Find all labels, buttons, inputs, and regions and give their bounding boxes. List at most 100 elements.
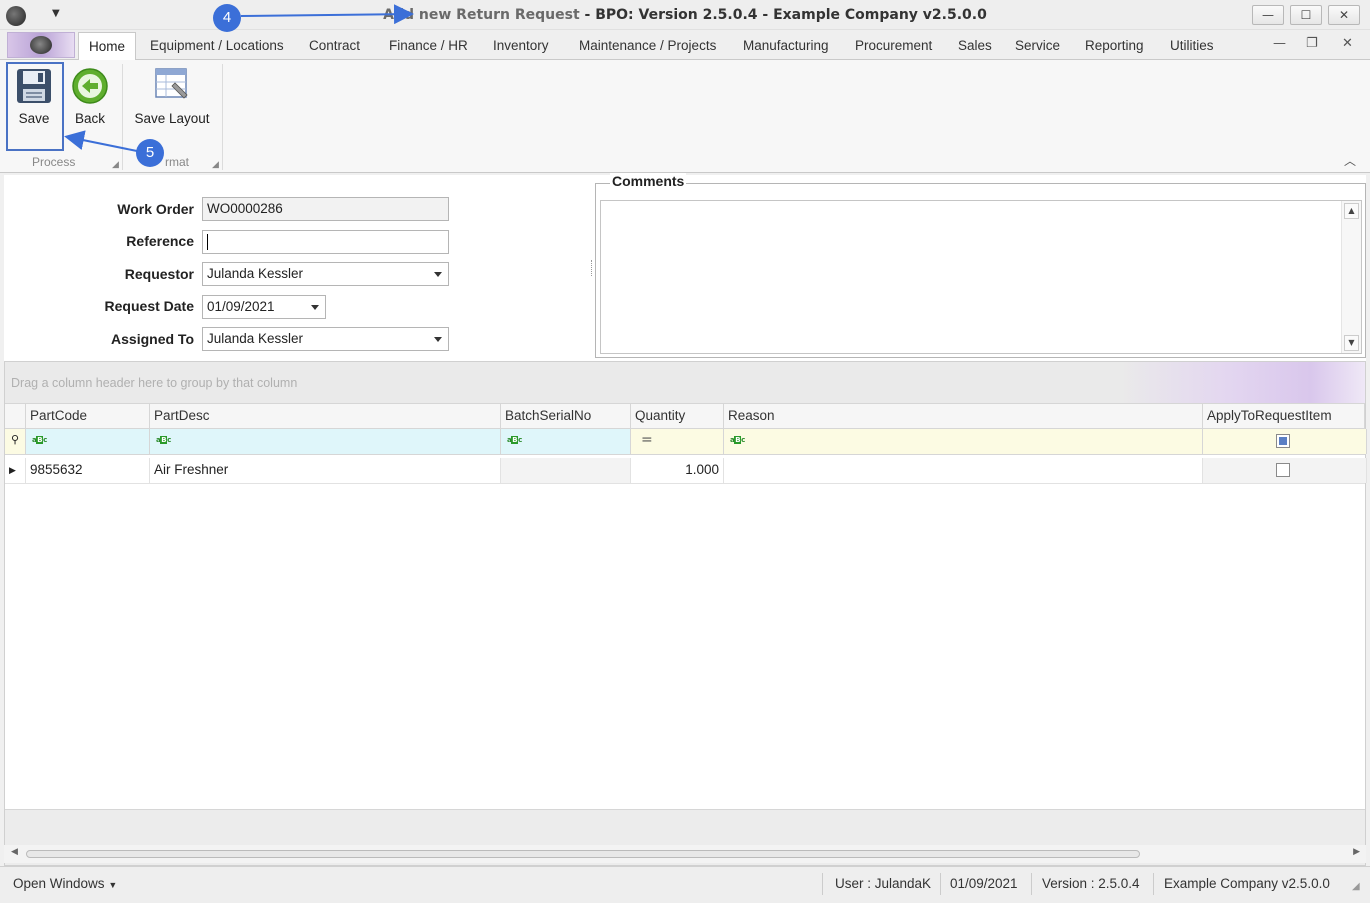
window-title: Add new Return Request - BPO: Version 2.…	[383, 7, 987, 23]
open-windows-button[interactable]: Open Windows ▼	[13, 876, 117, 891]
tab-utilities[interactable]: Utilities	[1170, 38, 1214, 53]
comments-textarea[interactable]: ▲ ▼	[600, 200, 1362, 354]
tab-home[interactable]: Home	[78, 32, 137, 61]
column-header-partdesc[interactable]: PartDesc	[150, 404, 501, 428]
mdi-close-icon[interactable]: ✕	[1342, 36, 1353, 51]
text-filter-icon: aBc	[730, 436, 745, 444]
chevron-down-icon[interactable]	[434, 272, 442, 277]
ribbon-group-format-label: rmat	[165, 155, 189, 169]
app-menu-logo-icon	[30, 36, 52, 54]
minimize-button[interactable]: —	[1252, 5, 1284, 25]
group-panel-hint: Drag a column header here to group by th…	[11, 376, 298, 390]
grid-horizontal-scrollbar[interactable]: ◀ ▶	[4, 845, 1366, 863]
cell-quantity[interactable]: 1.000	[631, 458, 724, 483]
comments-group: ▲ ▼	[595, 183, 1366, 358]
group-panel[interactable]: Drag a column header here to group by th…	[5, 362, 1365, 403]
chevron-down-icon[interactable]	[434, 337, 442, 342]
tab-sales[interactable]: Sales	[958, 38, 992, 53]
filter-cell-applytorequestitem[interactable]	[1203, 429, 1367, 454]
status-separator	[1153, 873, 1154, 895]
status-date: 01/09/2021	[950, 876, 1018, 891]
tab-equipment-locations[interactable]: Equipment / Locations	[150, 38, 284, 53]
row-indicator-icon: ▶	[5, 458, 26, 483]
requestor-dropdown[interactable]: Julanda Kessler	[202, 262, 449, 286]
status-version: Version : 2.5.0.4	[1042, 876, 1140, 891]
column-header-applytorequestitem[interactable]: ApplyToRequestItem	[1203, 404, 1365, 428]
scroll-right-icon[interactable]: ▶	[1353, 847, 1360, 857]
apply-checkbox[interactable]	[1276, 463, 1290, 477]
column-header-reason[interactable]: Reason	[724, 404, 1203, 428]
application-menu-button[interactable]	[7, 32, 75, 58]
tab-service[interactable]: Service	[1015, 38, 1060, 53]
mdi-restore-icon[interactable]: ❐	[1306, 36, 1318, 51]
status-company: Example Company v2.5.0.0	[1164, 876, 1330, 891]
save-layout-button[interactable]: Save Layout	[130, 60, 214, 136]
back-button[interactable]: Back	[66, 60, 114, 136]
step-5-badge: 5	[136, 139, 164, 167]
save-button-highlight	[6, 62, 64, 151]
tab-reporting[interactable]: Reporting	[1085, 38, 1144, 53]
auto-filter-row: ⚲ aBc aBc aBc = aBc	[5, 429, 1367, 455]
cell-partcode[interactable]: 9855632	[26, 458, 150, 483]
text-filter-icon: aBc	[156, 436, 171, 444]
collapse-ribbon-icon[interactable]: ︿	[1344, 152, 1356, 169]
chevron-down-icon[interactable]	[311, 305, 319, 310]
reference-field[interactable]	[202, 230, 449, 254]
scroll-left-icon[interactable]: ◀	[11, 847, 18, 857]
cell-partdesc[interactable]: Air Freshner	[150, 458, 501, 483]
close-button[interactable]: ✕	[1328, 5, 1360, 25]
resize-grip-icon[interactable]: ◢	[1352, 881, 1360, 892]
scroll-up-icon[interactable]: ▲	[1344, 203, 1359, 219]
tab-inventory[interactable]: Inventory	[493, 38, 549, 53]
work-order-field[interactable]: WO0000286	[202, 197, 449, 221]
ribbon-group-process-label: Process	[32, 155, 76, 169]
column-header-batchserialno[interactable]: BatchSerialNo	[501, 404, 631, 428]
filter-cell-reason[interactable]: aBc	[724, 429, 1203, 454]
title-bar: ▼ Add new Return Request - BPO: Version …	[0, 0, 1370, 30]
chevron-down-icon: ▼	[108, 880, 118, 890]
format-group-launcher-icon[interactable]: ◢	[212, 159, 219, 170]
reference-label: Reference	[126, 233, 194, 249]
comments-scrollbar[interactable]: ▲ ▼	[1341, 201, 1361, 353]
scrollbar-thumb[interactable]	[26, 850, 1140, 858]
text-filter-icon: aBc	[507, 436, 522, 444]
filter-checkbox[interactable]	[1276, 434, 1290, 448]
table-row[interactable]: ▶ 9855632 Air Freshner 1.000	[5, 458, 1367, 484]
cell-applytorequestitem[interactable]	[1203, 458, 1367, 483]
column-header-partcode[interactable]: PartCode	[26, 404, 150, 428]
work-order-label: Work Order	[117, 201, 194, 217]
cell-batchserialno[interactable]	[501, 458, 631, 483]
equals-filter-icon: =	[641, 432, 653, 448]
filter-cell-partcode[interactable]: aBc	[26, 429, 150, 454]
splitter-grip[interactable]	[591, 260, 594, 276]
tab-contract[interactable]: Contract	[309, 38, 360, 53]
return-items-grid: Drag a column header here to group by th…	[4, 361, 1367, 866]
status-user: User : JulandaK	[835, 876, 932, 891]
request-form: Work Order WO0000286 Reference Requestor…	[4, 173, 1366, 361]
requestor-label: Requestor	[124, 266, 194, 282]
assigned-to-label: Assigned To	[111, 331, 194, 347]
filter-cell-partdesc[interactable]: aBc	[150, 429, 501, 454]
status-separator	[1031, 873, 1032, 895]
tab-procurement[interactable]: Procurement	[855, 38, 932, 53]
text-filter-icon: aBc	[32, 436, 47, 444]
tab-manufacturing[interactable]: Manufacturing	[743, 38, 829, 53]
cell-reason[interactable]	[724, 458, 1203, 483]
mdi-minimize-icon[interactable]: —	[1273, 36, 1286, 51]
window-title-main: BPO: Version 2.5.0.4 - Example Company v…	[595, 7, 987, 23]
ribbon-group-separator	[122, 64, 123, 170]
assigned-to-dropdown[interactable]: Julanda Kessler	[202, 327, 449, 351]
tab-maintenance-projects[interactable]: Maintenance / Projects	[579, 38, 716, 53]
filter-cell-batchserialno[interactable]: aBc	[501, 429, 631, 454]
column-header-quantity[interactable]: Quantity	[631, 404, 724, 428]
filter-cell-quantity[interactable]: =	[631, 429, 724, 454]
scroll-down-icon[interactable]: ▼	[1344, 335, 1359, 351]
comments-label: Comments	[610, 173, 687, 189]
request-date-picker[interactable]: 01/09/2021	[202, 295, 326, 319]
maximize-button[interactable]: ☐	[1290, 5, 1322, 25]
save-layout-icon	[155, 68, 188, 99]
ribbon-group-separator	[222, 64, 223, 170]
window-title-prefix: Add new Return Request	[383, 7, 580, 23]
tab-finance-hr[interactable]: Finance / HR	[389, 38, 468, 53]
process-group-launcher-icon[interactable]: ◢	[112, 159, 119, 170]
